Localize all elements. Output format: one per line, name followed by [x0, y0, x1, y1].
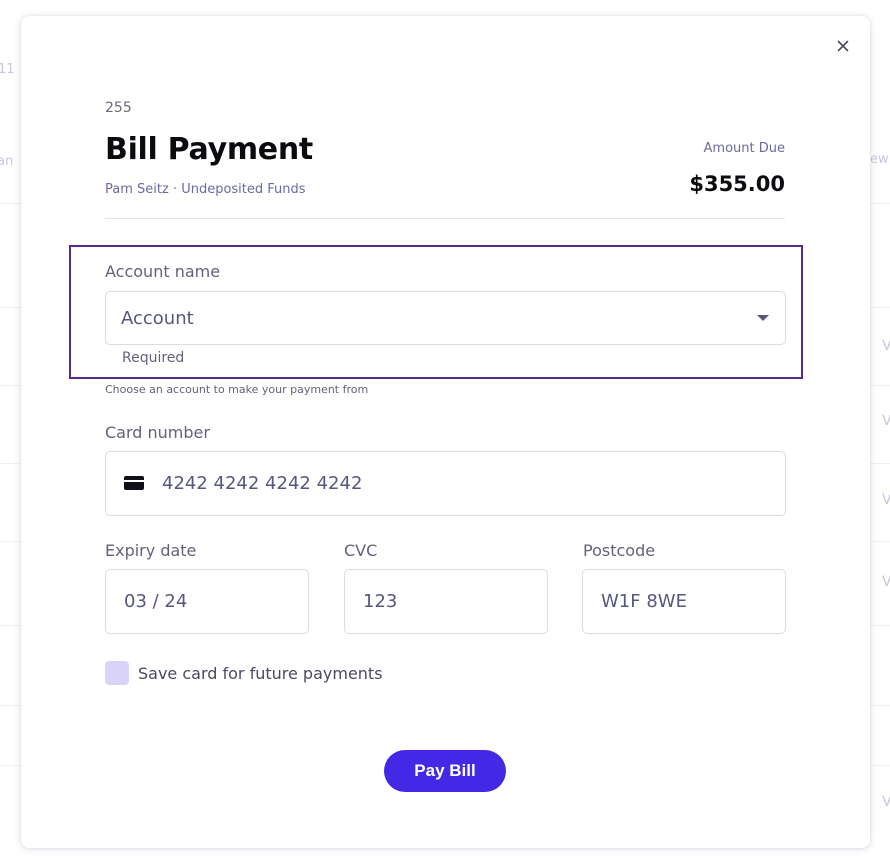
account-name-label: Account name: [105, 262, 221, 281]
card-number-label: Card number: [105, 423, 210, 442]
background-row-link: V: [882, 794, 890, 810]
background-text-fragment: 11: [0, 62, 15, 77]
bill-payment-modal: 255 Bill Payment Pam Seitz · Undeposited…: [21, 16, 870, 848]
card-number-field[interactable]: 4242 4242 4242 4242: [105, 451, 786, 516]
close-icon[interactable]: [837, 40, 849, 52]
credit-card-icon: [124, 476, 144, 490]
page-title: Bill Payment: [105, 132, 313, 167]
cvc-field[interactable]: 123: [344, 569, 548, 634]
expiry-date-label: Expiry date: [105, 541, 197, 560]
background-text-fragment: ew: [870, 152, 889, 167]
account-select[interactable]: Account: [105, 291, 786, 345]
expiry-date-value: 03 / 24: [124, 591, 188, 612]
pay-bill-button[interactable]: Pay Bill: [384, 750, 506, 792]
postcode-label: Postcode: [583, 541, 656, 560]
save-card-label[interactable]: Save card for future payments: [138, 664, 383, 683]
account-helper-text: Choose an account to make your payment f…: [105, 383, 369, 396]
background-row-link: V: [882, 492, 890, 508]
background-row-link: V: [882, 574, 890, 590]
header-divider: [105, 218, 785, 219]
payee-subtitle: Pam Seitz · Undeposited Funds: [105, 182, 306, 197]
bill-number: 255: [105, 100, 132, 116]
cvc-value: 123: [363, 591, 398, 612]
amount-due-label: Amount Due: [703, 141, 785, 156]
background-row-link: V: [882, 338, 890, 354]
account-required-text: Required: [122, 350, 185, 366]
close-button[interactable]: [833, 36, 853, 56]
background-row-link: V: [882, 413, 890, 429]
postcode-field[interactable]: W1F 8WE: [582, 569, 786, 634]
amount-due-value: $355.00: [689, 172, 785, 196]
cvc-label: CVC: [344, 541, 378, 560]
save-card-checkbox[interactable]: [105, 661, 129, 685]
expiry-date-field[interactable]: 03 / 24: [105, 569, 309, 634]
background-text-fragment: tan: [0, 154, 14, 169]
card-number-value: 4242 4242 4242 4242: [162, 473, 363, 494]
chevron-down-icon[interactable]: [757, 315, 769, 321]
account-select-value: Account: [121, 307, 194, 329]
postcode-value: W1F 8WE: [601, 591, 687, 612]
